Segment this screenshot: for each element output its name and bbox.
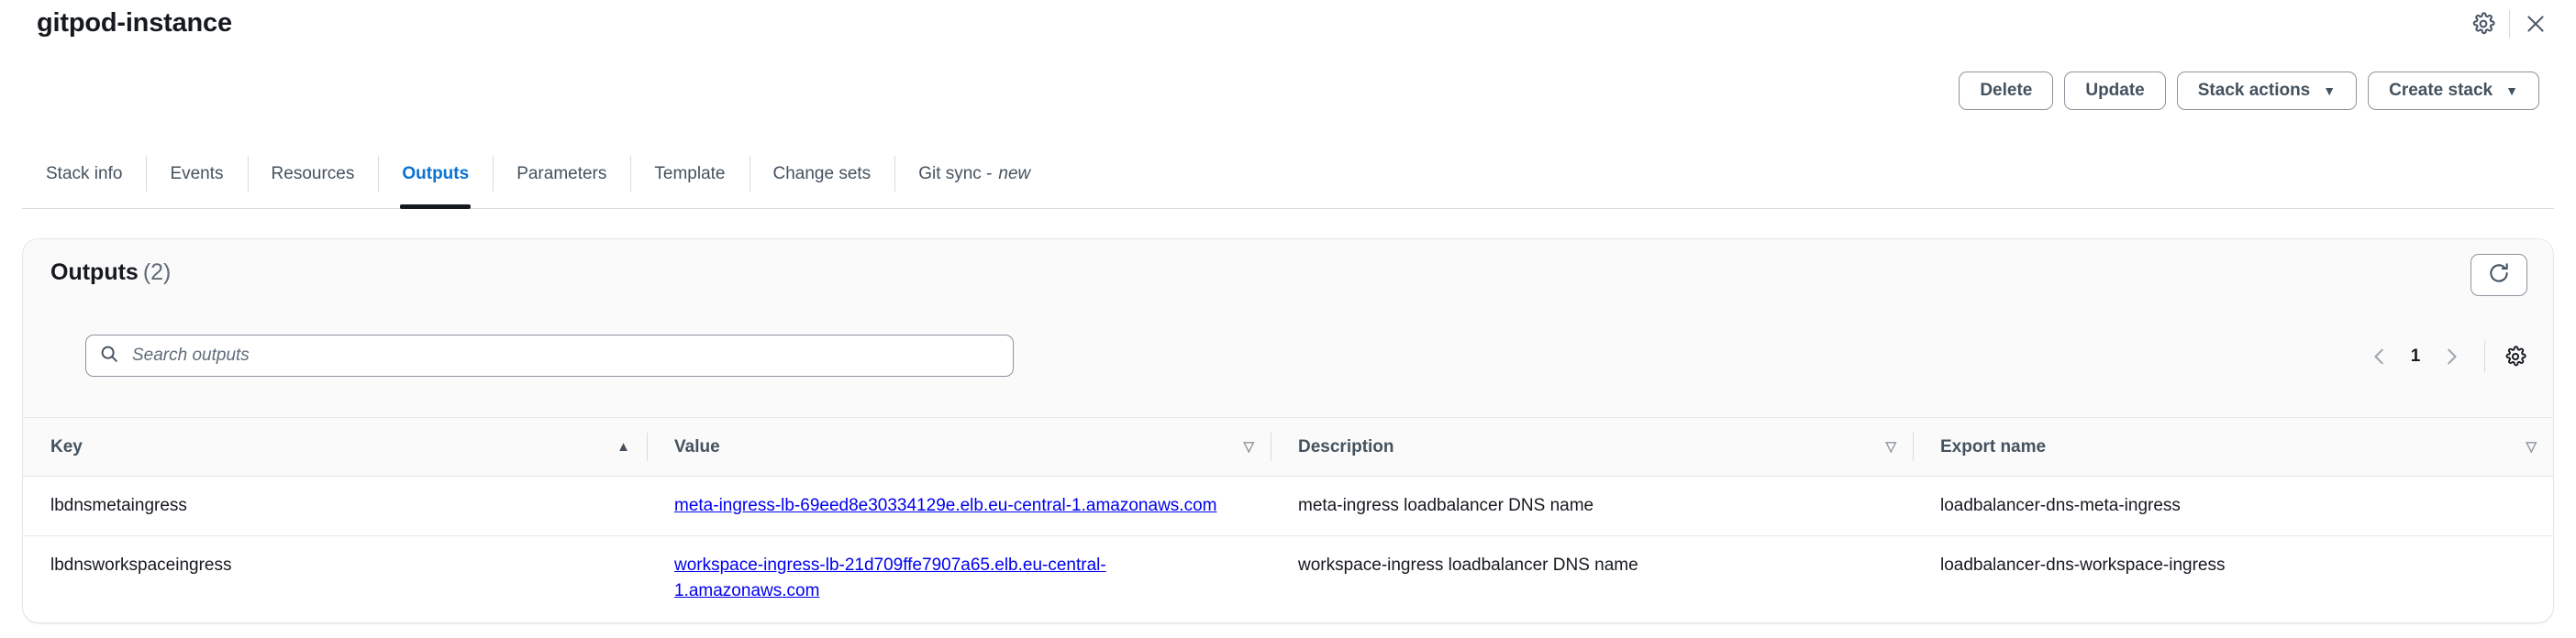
update-button-label: Update	[2085, 81, 2145, 100]
refresh-icon	[2487, 261, 2511, 290]
outputs-panel-header: Outputs (2)	[23, 239, 2553, 347]
next-page-button[interactable]	[2433, 338, 2470, 375]
update-button[interactable]: Update	[2064, 72, 2166, 110]
page-number-1[interactable]: 1	[2400, 338, 2431, 375]
search-outputs-box[interactable]	[85, 335, 1014, 377]
tab-git-sync[interactable]: Git sync - new	[894, 139, 1054, 208]
tab-label: Template	[654, 163, 726, 183]
outputs-count: (2)	[142, 259, 172, 285]
tab-label: Resources	[271, 163, 355, 183]
chevron-down-icon: ▼	[2505, 83, 2518, 98]
column-label: Value	[674, 436, 720, 456]
outputs-table: Key ▲ Value ▽ Description ▽ Export name …	[23, 417, 2553, 621]
tab-events[interactable]: Events	[146, 139, 247, 208]
column-header-key[interactable]: Key ▲	[23, 417, 647, 477]
tab-label: Outputs	[402, 163, 470, 183]
close-icon[interactable]	[2515, 4, 2556, 44]
table-row: lbdnsmetaingress meta-ingress-lb-69eed8e…	[23, 476, 2553, 536]
tab-label: Parameters	[516, 163, 607, 183]
pagination: 1	[2361, 338, 2531, 375]
tab-label: Git sync -	[918, 163, 993, 183]
tab-label: Stack info	[46, 163, 123, 183]
refresh-button[interactable]	[2471, 254, 2527, 296]
window-controls	[2463, 4, 2556, 44]
outputs-heading: Outputs (2)	[50, 259, 171, 286]
top-bar: gitpod-instance	[0, 0, 2576, 48]
gear-icon[interactable]	[2463, 4, 2504, 44]
tab-resources[interactable]: Resources	[247, 139, 379, 208]
sort-descending-icon: ▽	[1243, 439, 1254, 455]
tab-label: Change sets	[772, 163, 872, 183]
sort-ascending-icon: ▲	[616, 439, 630, 455]
sort-descending-icon: ▽	[2526, 439, 2537, 455]
cell-value: workspace-ingress-lb-21d709ffe7907a65.el…	[647, 536, 1271, 622]
cell-value: meta-ingress-lb-69eed8e30334129e.elb.eu-…	[647, 476, 1271, 536]
search-icon	[99, 344, 119, 368]
table-header: Key ▲ Value ▽ Description ▽ Export name …	[23, 417, 2553, 477]
outputs-heading-text: Outputs	[50, 259, 139, 285]
stack-actions-dropdown[interactable]: Stack actions ▼	[2176, 72, 2358, 110]
search-input[interactable]	[130, 345, 1000, 367]
column-header-export-name[interactable]: Export name ▽	[1913, 417, 2553, 477]
previous-page-button[interactable]	[2361, 338, 2398, 375]
tab-template[interactable]: Template	[630, 139, 749, 208]
tab-parameters[interactable]: Parameters	[493, 139, 630, 208]
create-stack-label: Create stack	[2389, 81, 2493, 100]
cell-key: lbdnsmetaingress	[23, 476, 647, 536]
delete-button[interactable]: Delete	[1959, 72, 2054, 110]
cell-description: workspace-ingress loadbalancer DNS name	[1298, 556, 1638, 575]
column-header-value[interactable]: Value ▽	[647, 417, 1271, 477]
sort-descending-icon: ▽	[1885, 439, 1896, 455]
column-label: Description	[1298, 436, 1394, 456]
tab-outputs[interactable]: Outputs	[378, 139, 493, 209]
page-title: gitpod-instance	[37, 8, 232, 38]
delete-button-label: Delete	[1980, 81, 2033, 100]
tab-bar: Stack info Events Resources Outputs Para…	[22, 139, 2554, 209]
chevron-down-icon: ▼	[2323, 83, 2337, 98]
tab-change-sets[interactable]: Change sets	[749, 139, 895, 208]
outputs-panel: Outputs (2) Search outputs 1 Key ▲ Value…	[22, 238, 2554, 623]
tab-stack-info[interactable]: Stack info	[22, 139, 146, 208]
cell-key: lbdnsworkspaceingress	[50, 556, 232, 575]
pagination-divider	[2484, 341, 2485, 372]
table-header-row: Key ▲ Value ▽ Description ▽ Export name …	[23, 417, 2553, 477]
cell-description: meta-ingress loadbalancer DNS name	[1271, 476, 1913, 536]
toolbar-divider	[2509, 10, 2510, 38]
stack-action-buttons: Delete Update Stack actions ▼ Create sta…	[1959, 72, 2539, 110]
output-value-link[interactable]: workspace-ingress-lb-21d709ffe7907a65.el…	[674, 556, 1106, 600]
stack-detail-page: gitpod-instance Delete Update Stack acti…	[0, 0, 2576, 638]
create-stack-dropdown[interactable]: Create stack ▼	[2368, 72, 2539, 110]
output-value-link[interactable]: meta-ingress-lb-69eed8e30334129e.elb.eu-…	[674, 496, 1216, 515]
preferences-gear-icon[interactable]	[2500, 338, 2531, 375]
outputs-filter-row: 1	[23, 335, 2553, 417]
stack-actions-label: Stack actions	[2197, 81, 2311, 100]
column-header-description[interactable]: Description ▽	[1271, 417, 1913, 477]
cell-export-name: loadbalancer-dns-workspace-ingress	[1940, 556, 2226, 575]
column-label: Key	[50, 436, 83, 456]
table-body: lbdnsmetaingress meta-ingress-lb-69eed8e…	[23, 476, 2553, 622]
column-label: Export name	[1940, 436, 2047, 456]
cell-export-name: loadbalancer-dns-meta-ingress	[1913, 476, 2553, 536]
tab-new-badge: new	[998, 163, 1031, 183]
tab-label: Events	[170, 163, 224, 183]
table-row: lbdnsworkspaceingress workspace-ingress-…	[23, 536, 2553, 622]
